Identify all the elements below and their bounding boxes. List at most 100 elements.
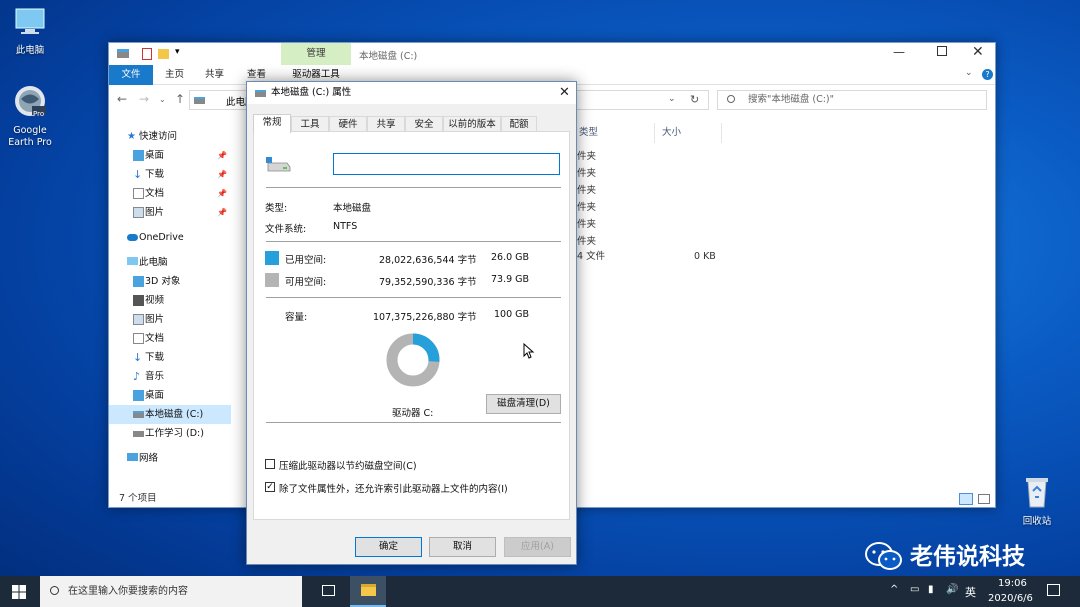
status-bar: 7 个项目 xyxy=(119,493,157,504)
nav-pictures[interactable]: 图片 📌 xyxy=(109,203,231,222)
cancel-button[interactable]: 取消 xyxy=(429,537,496,557)
ime-indicator[interactable]: 英 xyxy=(965,584,976,600)
disk-cleanup-button[interactable]: 磁盘清理(D) xyxy=(486,394,561,414)
pin-icon: 📌 xyxy=(217,208,227,217)
task-view-icon[interactable] xyxy=(322,585,335,596)
tab-share[interactable]: 共享 xyxy=(199,67,230,83)
desktop-icon-label: 此电脑 xyxy=(15,45,45,56)
file-row[interactable]: 件夹 xyxy=(577,148,596,165)
nav-this-pc[interactable]: 此电脑 xyxy=(109,253,231,272)
column-type[interactable]: 类型 xyxy=(579,123,598,143)
taskbar: 在这里输入你要搜索的内容 ^ ▭ ▮ 🔊 英 19:06 2020/6/6 xyxy=(0,576,1080,607)
tray-expand-icon[interactable]: ^ xyxy=(890,584,898,595)
desktop-icon-this-pc[interactable]: 此电脑 xyxy=(0,6,60,57)
recent-dropdown-icon[interactable]: ⌄ xyxy=(159,95,166,104)
taskbar-explorer-button[interactable] xyxy=(350,576,386,607)
up-button[interactable]: ↑ xyxy=(175,92,185,106)
column-divider[interactable] xyxy=(721,123,722,143)
nav-downloads[interactable]: ↓ 下载 📌 xyxy=(109,165,231,184)
index-checkbox[interactable]: ✓ xyxy=(265,482,275,492)
properties-qa-icon[interactable] xyxy=(142,48,152,60)
file-row[interactable]: 件夹 xyxy=(577,165,596,182)
battery-icon[interactable]: ▮ xyxy=(928,584,934,595)
file-row[interactable]: 件夹 xyxy=(577,182,596,199)
address-dropdown-icon[interactable]: ⌄ xyxy=(668,94,676,104)
maximize-button[interactable] xyxy=(937,46,947,56)
ok-button[interactable]: 确定 xyxy=(355,537,422,557)
drive-icon xyxy=(133,431,144,437)
back-button[interactable]: ← xyxy=(117,92,127,106)
column-size[interactable]: 大小 xyxy=(662,123,681,143)
usage-donut-chart xyxy=(386,333,440,387)
cube-icon xyxy=(133,276,144,287)
qa-dropdown-icon[interactable]: ▾ xyxy=(175,47,180,57)
nav-music[interactable]: ♪ 音乐 xyxy=(109,367,231,386)
file-row[interactable]: 件夹 xyxy=(577,199,596,216)
tab-sharing[interactable]: 共享 xyxy=(367,116,405,132)
compress-checkbox[interactable] xyxy=(265,459,275,469)
nav-desktop-pc[interactable]: 桌面 xyxy=(109,386,231,405)
tab-security[interactable]: 安全 xyxy=(405,116,443,132)
minimize-button[interactable]: — xyxy=(893,45,905,59)
capacity-gb: 100 GB xyxy=(494,309,530,320)
taskbar-search-input[interactable]: 在这里输入你要搜索的内容 xyxy=(40,576,302,607)
file-row[interactable]: 件夹 xyxy=(577,216,596,233)
new-folder-qa-icon[interactable] xyxy=(158,49,169,59)
nav-network[interactable]: 网络 xyxy=(109,449,231,468)
download-icon: ↓ xyxy=(133,168,143,181)
search-icon xyxy=(727,95,735,103)
free-space-bytes: 79,352,590,336 字节 xyxy=(379,277,477,288)
nav-3d-objects[interactable]: 3D 对象 xyxy=(109,272,231,291)
nav-desktop[interactable]: 桌面 📌 xyxy=(109,146,231,165)
compress-label[interactable]: 压缩此驱动器以节约磁盘空间(C) xyxy=(279,458,417,472)
forward-button[interactable]: → xyxy=(139,92,149,106)
drive-letter-label: 驱动器 C: xyxy=(392,408,434,419)
tab-tools[interactable]: 工具 xyxy=(291,116,329,132)
clock-date[interactable]: 2020/6/6 xyxy=(988,593,1033,604)
details-view-icon[interactable] xyxy=(959,493,973,505)
nav-drive-d[interactable]: 工作学习 (D:) xyxy=(109,424,231,443)
volume-icon[interactable]: 🔊 xyxy=(946,584,958,595)
desktop-icon-google-earth[interactable]: Pro Google Earth Pro xyxy=(0,84,60,149)
tab-hardware[interactable]: 硬件 xyxy=(329,116,367,132)
search-input[interactable]: 搜索"本地磁盘 (C:)" xyxy=(717,90,987,110)
drive-name-input[interactable] xyxy=(333,153,560,175)
nav-drive-c[interactable]: 本地磁盘 (C:) xyxy=(109,405,231,424)
nav-onedrive[interactable]: OneDrive xyxy=(109,228,231,247)
dialog-titlebar[interactable]: 本地磁盘 (C:) 属性 ✕ xyxy=(247,82,576,104)
column-divider[interactable] xyxy=(654,123,655,143)
clock-time[interactable]: 19:06 xyxy=(998,578,1027,589)
notification-icon[interactable] xyxy=(1047,584,1060,596)
ribbon-expand-icon[interactable]: ⌄ xyxy=(965,68,973,78)
desktop-folder-icon xyxy=(133,390,144,401)
tab-general[interactable]: 常规 xyxy=(253,114,291,133)
close-button[interactable]: ✕ xyxy=(972,44,984,60)
dialog-close-button[interactable]: ✕ xyxy=(559,82,570,104)
apply-button[interactable]: 应用(A) xyxy=(504,537,571,557)
nav-quick-access[interactable]: ★ 快速访问 xyxy=(109,127,231,146)
tab-previous-versions[interactable]: 以前的版本 xyxy=(443,116,501,132)
tab-quota[interactable]: 配额 xyxy=(501,116,537,132)
index-label[interactable]: 除了文件属性外，还允许索引此驱动器上文件的内容(I) xyxy=(279,481,508,495)
desktop-icon-recycle-bin[interactable]: 回收站 xyxy=(1007,475,1067,528)
nav-videos[interactable]: 视频 xyxy=(109,291,231,310)
nav-documents-pc[interactable]: 文档 xyxy=(109,329,231,348)
documents-icon xyxy=(133,333,144,344)
file-row[interactable]: 4 文件 0 KB xyxy=(577,248,717,265)
free-space-label: 可用空间: xyxy=(285,277,327,288)
large-icons-view-icon[interactable] xyxy=(978,494,990,504)
refresh-icon[interactable]: ↻ xyxy=(690,93,699,106)
network-icon[interactable]: ▭ xyxy=(910,584,919,595)
nav-documents[interactable]: 文档 📌 xyxy=(109,184,231,203)
tab-home[interactable]: 主页 xyxy=(159,67,190,83)
nav-pictures-pc[interactable]: 图片 xyxy=(109,310,231,329)
pictures-icon xyxy=(133,314,144,325)
nav-downloads-pc[interactable]: ↓ 下载 xyxy=(109,348,231,367)
help-icon[interactable]: ? xyxy=(982,69,993,80)
folder-icon xyxy=(361,584,376,596)
explorer-titlebar[interactable]: ▾ 本地磁盘 (C:) — ✕ xyxy=(109,43,995,65)
documents-icon xyxy=(133,188,144,199)
tab-file[interactable]: 文件 xyxy=(109,65,153,85)
type-label: 类型: xyxy=(265,203,288,214)
windows-start-icon[interactable] xyxy=(12,585,26,599)
